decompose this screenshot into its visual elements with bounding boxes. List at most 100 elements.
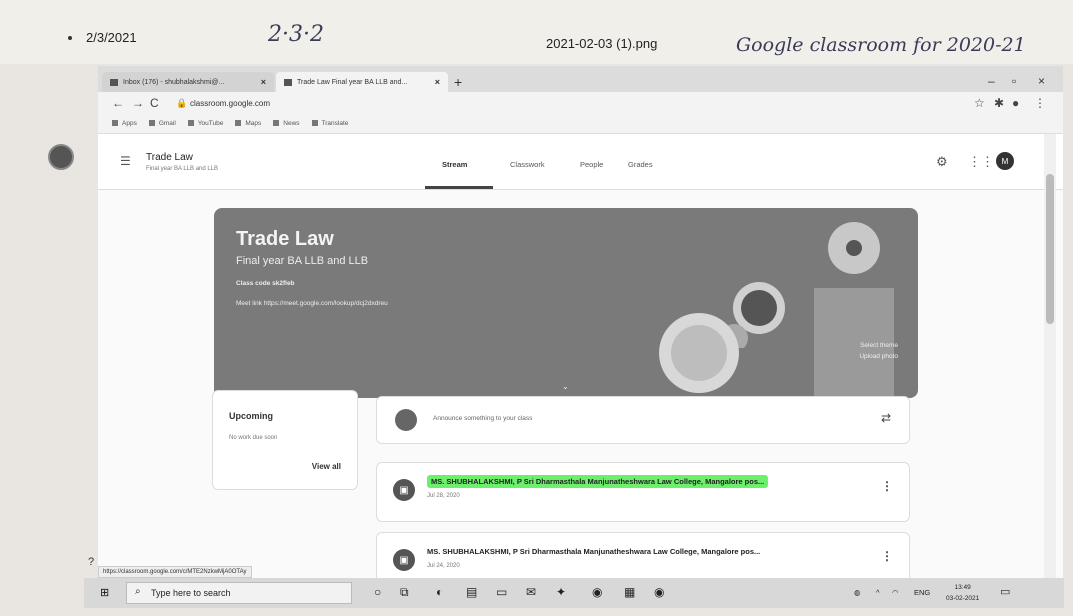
language-indicator[interactable]: ENG [914, 588, 930, 597]
edge-icon[interactable]: ◐ [436, 585, 443, 599]
post-author: MS. SHUBHALAKSHMI, P Sri Dharmasthala Ma… [427, 475, 769, 488]
print-filename: 2021-02-03 (1).png [546, 36, 658, 51]
tab-people[interactable]: People [580, 160, 603, 169]
scrollbar-thumb[interactable] [1046, 174, 1054, 324]
classroom-icon [284, 78, 292, 86]
assignment-icon: ▣ [393, 549, 415, 571]
bullet-dot [68, 36, 72, 40]
meet-link[interactable]: Meet link https://meet.google.com/lookup… [236, 300, 388, 307]
chrome-icon[interactable]: ◉ [654, 585, 664, 599]
upload-photo-link[interactable]: Upload photo [859, 351, 898, 362]
app-icon[interactable]: ▦ [624, 585, 635, 599]
bookmark-apps[interactable]: Apps [112, 120, 137, 127]
tab-stream[interactable]: Stream [442, 160, 467, 169]
back-icon[interactable]: ← [112, 96, 124, 110]
bookmark-maps[interactable]: Maps [235, 120, 261, 127]
banner-actions: Select theme Upload photo [859, 340, 898, 362]
profile-icon[interactable]: ● [1012, 96, 1019, 110]
post-date: Jul 28, 2020 [427, 493, 460, 499]
more-options-icon[interactable]: ⋮ [881, 549, 893, 563]
class-section: Final year BA LLB and LLB [146, 166, 219, 172]
printed-page-header: 2/3/2021 2·3·2 2021-02-03 (1).png Google… [0, 0, 1073, 64]
close-icon[interactable]: × [435, 77, 440, 87]
handwritten-note-right: Google classroom for 2020-21 [736, 34, 1026, 56]
class-code[interactable]: Class code sk2fleb [236, 280, 295, 287]
tab-gmail[interactable]: Inbox (176) - shubhalakshmi@... × [102, 72, 274, 92]
avatar [395, 409, 417, 431]
extensions-icon[interactable]: ✱ [994, 96, 1004, 110]
bookmark-translate[interactable]: Translate [311, 120, 348, 127]
chevron-up-icon[interactable]: ^ [876, 588, 880, 597]
avatar[interactable]: M [996, 152, 1014, 170]
maps-icon [235, 120, 242, 127]
taskbar-clock[interactable]: 13:49 03-02-2021 [946, 582, 979, 604]
stream-post[interactable]: ▣ MS. SHUBHALAKSHMI, P Sri Dharmasthala … [376, 462, 910, 522]
banner-title: Trade Law [236, 228, 334, 250]
repost-icon[interactable]: ⇄ [881, 411, 891, 425]
url-field[interactable]: classroom.google.com [190, 99, 270, 108]
classroom-app-bar: ☰ Trade Law Final year BA LLB and LLB St… [98, 134, 1063, 190]
search-placeholder: Type here to search [151, 588, 231, 598]
mail-icon[interactable]: ✉ [526, 585, 536, 599]
tab-classroom[interactable]: Trade Law Final year BA LLB and... × [276, 72, 448, 92]
banner-subtitle: Final year BA LLB and LLB [236, 255, 369, 267]
reload-icon[interactable]: C [150, 96, 159, 110]
apps-icon [112, 120, 118, 127]
task-view-icon[interactable]: ⧉ [400, 585, 409, 600]
punch-hole [48, 144, 74, 170]
select-theme-link[interactable]: Select theme [859, 340, 898, 351]
tab-classwork[interactable]: Classwork [510, 160, 545, 169]
star-icon[interactable]: ☆ [974, 96, 985, 110]
post-date: Jul 24, 2020 [427, 563, 460, 569]
hamburger-menu-icon[interactable]: ☰ [120, 154, 131, 168]
new-tab-button[interactable]: + [454, 74, 462, 90]
forward-icon[interactable]: → [132, 96, 144, 110]
menu-icon[interactable]: ⋮ [1034, 96, 1046, 110]
clock-time: 13:49 [954, 584, 971, 591]
class-title[interactable]: Trade Law [146, 152, 193, 163]
handwritten-note-left: 2·3·2 [268, 22, 324, 47]
wifi-icon[interactable]: ◠ [892, 588, 899, 597]
chevron-down-icon[interactable]: ⌄ [562, 382, 569, 391]
settings-icon[interactable]: ⚙ [936, 154, 948, 170]
youtube-icon [187, 120, 194, 127]
upcoming-title: Upcoming [229, 411, 273, 421]
network-icon[interactable]: ◍ [854, 588, 861, 597]
news-icon [273, 120, 280, 127]
cortana-icon[interactable]: ○ [374, 585, 381, 599]
bookmark-gmail[interactable]: Gmail [148, 120, 176, 127]
search-icon: ⌕ [135, 586, 141, 597]
bookmarks-bar: Apps Gmail YouTube Maps News Translate [98, 114, 1063, 134]
taskbar-search[interactable]: ⌕ Type here to search [126, 582, 352, 604]
bookmark-youtube[interactable]: YouTube [187, 120, 223, 127]
vertical-scrollbar[interactable] [1044, 134, 1056, 578]
chrome-icon[interactable]: ◉ [592, 585, 602, 599]
active-tab-indicator [425, 186, 493, 189]
upcoming-card: Upcoming No work due soon View all [212, 390, 358, 490]
windows-taskbar: ⊞ ⌕ Type here to search ○ ⧉ ◐ ▤ ▭ ✉ ✦ ◉ … [84, 578, 1064, 608]
more-options-icon[interactable]: ⋮ [881, 479, 893, 493]
browser-window: Inbox (176) - shubhalakshmi@... × Trade … [98, 66, 1063, 596]
maximize-icon[interactable]: ▫ [1012, 74, 1016, 88]
gmail-icon [110, 78, 118, 86]
tab-label: Trade Law Final year BA LLB and... [297, 78, 408, 86]
close-icon[interactable]: × [261, 77, 266, 87]
close-window-icon[interactable]: × [1038, 74, 1045, 88]
announce-placeholder[interactable]: Announce something to your class [433, 415, 532, 422]
photos-icon[interactable]: ✦ [556, 585, 566, 599]
file-explorer-icon[interactable]: ▭ [496, 585, 507, 599]
announce-box[interactable]: Announce something to your class ⇄ [376, 396, 910, 444]
bookmark-news[interactable]: News [273, 120, 300, 127]
store-icon[interactable]: ▤ [466, 585, 477, 599]
minimize-icon[interactable]: – [988, 74, 995, 88]
windows-start-icon[interactable]: ⊞ [100, 586, 109, 599]
print-date: 2/3/2021 [86, 30, 137, 45]
translate-icon [311, 120, 318, 127]
notifications-icon[interactable]: ▭ [1000, 585, 1010, 598]
class-banner: Trade Law Final year BA LLB and LLB Clas… [214, 208, 918, 398]
help-icon[interactable]: ? [88, 556, 94, 568]
teapot-illustration [814, 222, 894, 398]
view-all-link[interactable]: View all [312, 462, 341, 471]
upcoming-empty-text: No work due soon [229, 435, 278, 441]
tab-grades[interactable]: Grades [628, 160, 653, 169]
